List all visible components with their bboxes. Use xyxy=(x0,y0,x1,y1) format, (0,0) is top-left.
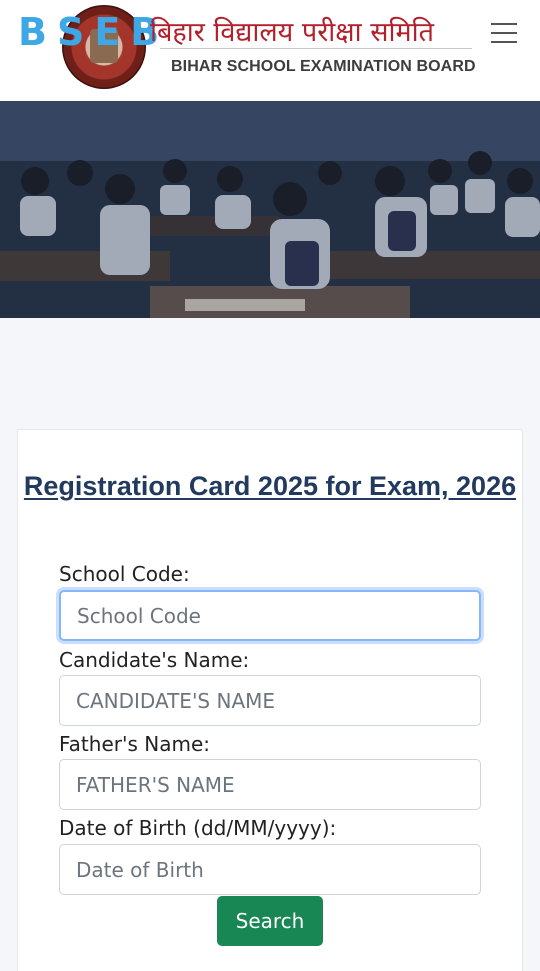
search-button[interactable]: Search xyxy=(217,896,323,946)
school-code-input[interactable] xyxy=(59,590,481,641)
hindi-board-title: बिहार विद्यालय परीक्षा समिति xyxy=(150,17,435,48)
form-title[interactable]: Registration Card 2025 for Exam, 2026 xyxy=(0,470,540,503)
father-name-input[interactable] xyxy=(59,759,481,810)
exam-hall-banner-image xyxy=(0,101,540,318)
candidate-name-input[interactable] xyxy=(59,675,481,726)
dob-label: Date of Birth (dd/MM/yyyy): xyxy=(59,816,337,840)
father-name-label: Father's Name: xyxy=(59,732,210,756)
site-header: BSEB बिहार विद्यालय परीक्षा समिति BIHAR … xyxy=(0,0,540,101)
dob-input[interactable] xyxy=(59,844,481,895)
english-board-title: BIHAR SCHOOL EXAMINATION BOARD xyxy=(171,58,476,75)
title-divider xyxy=(160,48,472,49)
hamburger-menu-icon[interactable] xyxy=(489,20,519,46)
bseb-logo-text: BSEB xyxy=(18,10,170,54)
candidate-name-label: Candidate's Name: xyxy=(59,648,250,672)
school-code-label: School Code: xyxy=(59,562,190,586)
